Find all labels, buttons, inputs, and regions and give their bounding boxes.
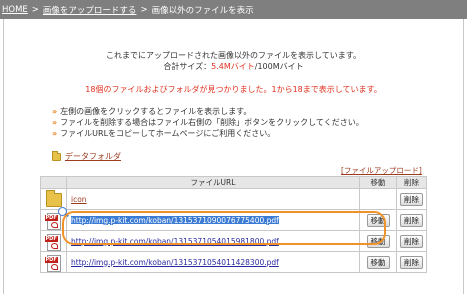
note-item: » 左側の画像をクリックするとファイルを表示します。 (52, 106, 364, 117)
pdf-tag: PDF (44, 214, 58, 221)
header-icon (40, 176, 67, 189)
move-button[interactable]: 移動 (366, 255, 390, 269)
total-size: 合計サイズ：5.4Mバイト/100Mバイト (0, 61, 467, 72)
row-delete-cell: 削除 (396, 230, 427, 252)
folder-icon (52, 150, 61, 161)
file-url-link[interactable]: http://img.p-kit.com/koban/1315371054011… (71, 258, 279, 267)
row-move-cell (359, 188, 397, 210)
header-file-url: ファイルURL (66, 176, 360, 189)
note-item: » ファイルURLをコピーしてホームページにご利用ください。 (52, 128, 364, 139)
note-arrow-icon: » (52, 129, 58, 138)
breadcrumb-separator: > (31, 4, 39, 15)
table-row: PDF http://img.p-kit.com/koban/131537105… (40, 251, 427, 273)
total-size-used: 5.4Mバイト (211, 62, 255, 71)
total-size-label: 合計サイズ： (163, 62, 212, 71)
folder-icon[interactable] (45, 190, 62, 207)
note-item: » ファイルを削除する場合はファイル右側の「削除」ボタンをクリックしてください。 (52, 117, 364, 128)
data-folder-link[interactable]: データフォルダ (65, 151, 121, 162)
summary-description: これまでにアップロードされた画像以外のファイルを表示しています。 (106, 51, 361, 60)
found-message: 18個のファイルおよびフォルダが見つかりました。1から18まで表示しています。 (85, 85, 382, 94)
note-arrow-icon: » (52, 118, 58, 127)
total-size-max: /100Mバイト (254, 62, 304, 71)
pdf-icon[interactable]: PDF (44, 212, 61, 230)
pdf-icon[interactable]: PDF (44, 254, 61, 272)
breadcrumb-current: 画像以外のファイルを表示 (151, 5, 254, 16)
note-text: ファイルを削除する場合はファイル右側の「削除」ボタンをクリックしてください。 (60, 118, 364, 127)
breadcrumb-upload-link[interactable]: 画像をアップロードする (43, 4, 137, 16)
pdf-icon[interactable]: PDF (44, 233, 61, 251)
pdf-tag: PDF (44, 235, 58, 242)
data-folder: データフォルダ (52, 150, 121, 162)
row-delete-cell: 削除 (396, 188, 427, 210)
row-delete-cell: 削除 (396, 251, 427, 273)
header-delete: 削除 (396, 176, 427, 189)
delete-button[interactable]: 削除 (400, 213, 423, 227)
breadcrumb-separator: > (140, 4, 148, 15)
note-text: ファイルURLをコピーしてホームページにご利用ください。 (60, 129, 276, 138)
folder-name-link[interactable]: icon (71, 195, 87, 204)
url-highlight-annotation (62, 211, 386, 245)
pdf-tag: PDF (44, 256, 58, 263)
delete-button[interactable]: 削除 (400, 192, 423, 206)
row-url-cell: icon (66, 188, 360, 210)
row-icon-cell: PDF (40, 251, 67, 273)
row-delete-cell: 削除 (396, 209, 427, 231)
instruction-notes: » 左側の画像をクリックするとファイルを表示します。 » ファイルを削除する場合… (52, 106, 364, 139)
note-arrow-icon: » (52, 107, 58, 116)
delete-button[interactable]: 削除 (400, 255, 423, 269)
note-text: 左側の画像をクリックするとファイルを表示します。 (60, 107, 252, 116)
header-move: 移動 (359, 176, 397, 189)
delete-button[interactable]: 削除 (400, 234, 423, 248)
file-upload-link[interactable]: [ファイルアップロード] (341, 165, 422, 176)
breadcrumb: HOME > 画像をアップロードする > 画像以外のファイルを表示 (0, 0, 467, 19)
table-row: icon 削除 (40, 188, 427, 210)
table-header-row: ファイルURL 移動 削除 (40, 176, 427, 189)
row-move-cell: 移動 (359, 251, 397, 273)
row-url-cell: http://img.p-kit.com/koban/1315371054011… (66, 251, 360, 273)
breadcrumb-home-link[interactable]: HOME (2, 5, 28, 15)
